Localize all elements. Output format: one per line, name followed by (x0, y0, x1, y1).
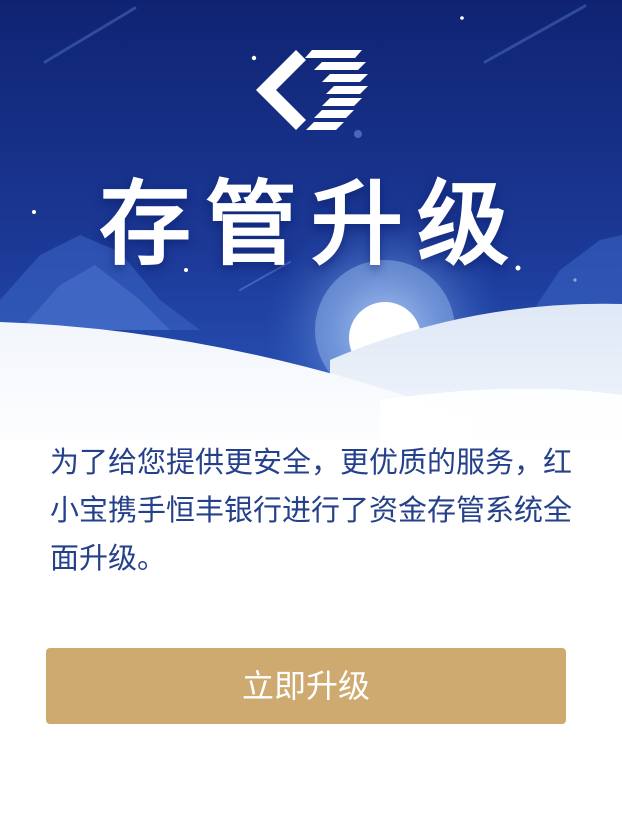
upgrade-dialog: 存管升级 为了给您提供更安全，更优质的服务，红小宝携手恒丰银行进行了资金存管系统… (0, 0, 622, 814)
upgrade-now-button[interactable]: 立即升级 (46, 648, 566, 724)
upgrade-description: 为了给您提供更安全，更优质的服务，红小宝携手恒丰银行进行了资金存管系统全面升级。 (50, 445, 573, 575)
banner-title: 存管升级 (98, 171, 523, 278)
